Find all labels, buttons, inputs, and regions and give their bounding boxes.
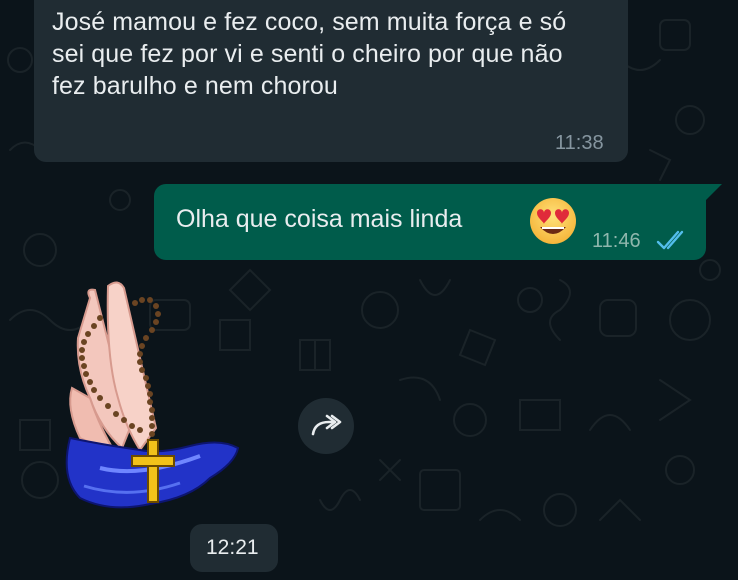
outgoing-bubble-tail: [700, 184, 722, 201]
incoming-message-text: José mamou e fez coco, sem muita força e…: [52, 8, 567, 100]
sticker-message-time: 12:21: [206, 536, 259, 559]
outgoing-message-text: Olha que coisa mais linda: [176, 205, 463, 233]
forward-icon: [311, 414, 342, 436]
read-double-check-icon: [656, 230, 684, 250]
incoming-message-time: 11:38: [555, 132, 604, 154]
heart-eyes-emoji-icon: [530, 198, 576, 244]
forward-button[interactable]: [298, 398, 354, 454]
outgoing-message-time: 11:46: [592, 230, 641, 252]
praying-hands-rosary-sticker[interactable]: [60, 278, 250, 518]
